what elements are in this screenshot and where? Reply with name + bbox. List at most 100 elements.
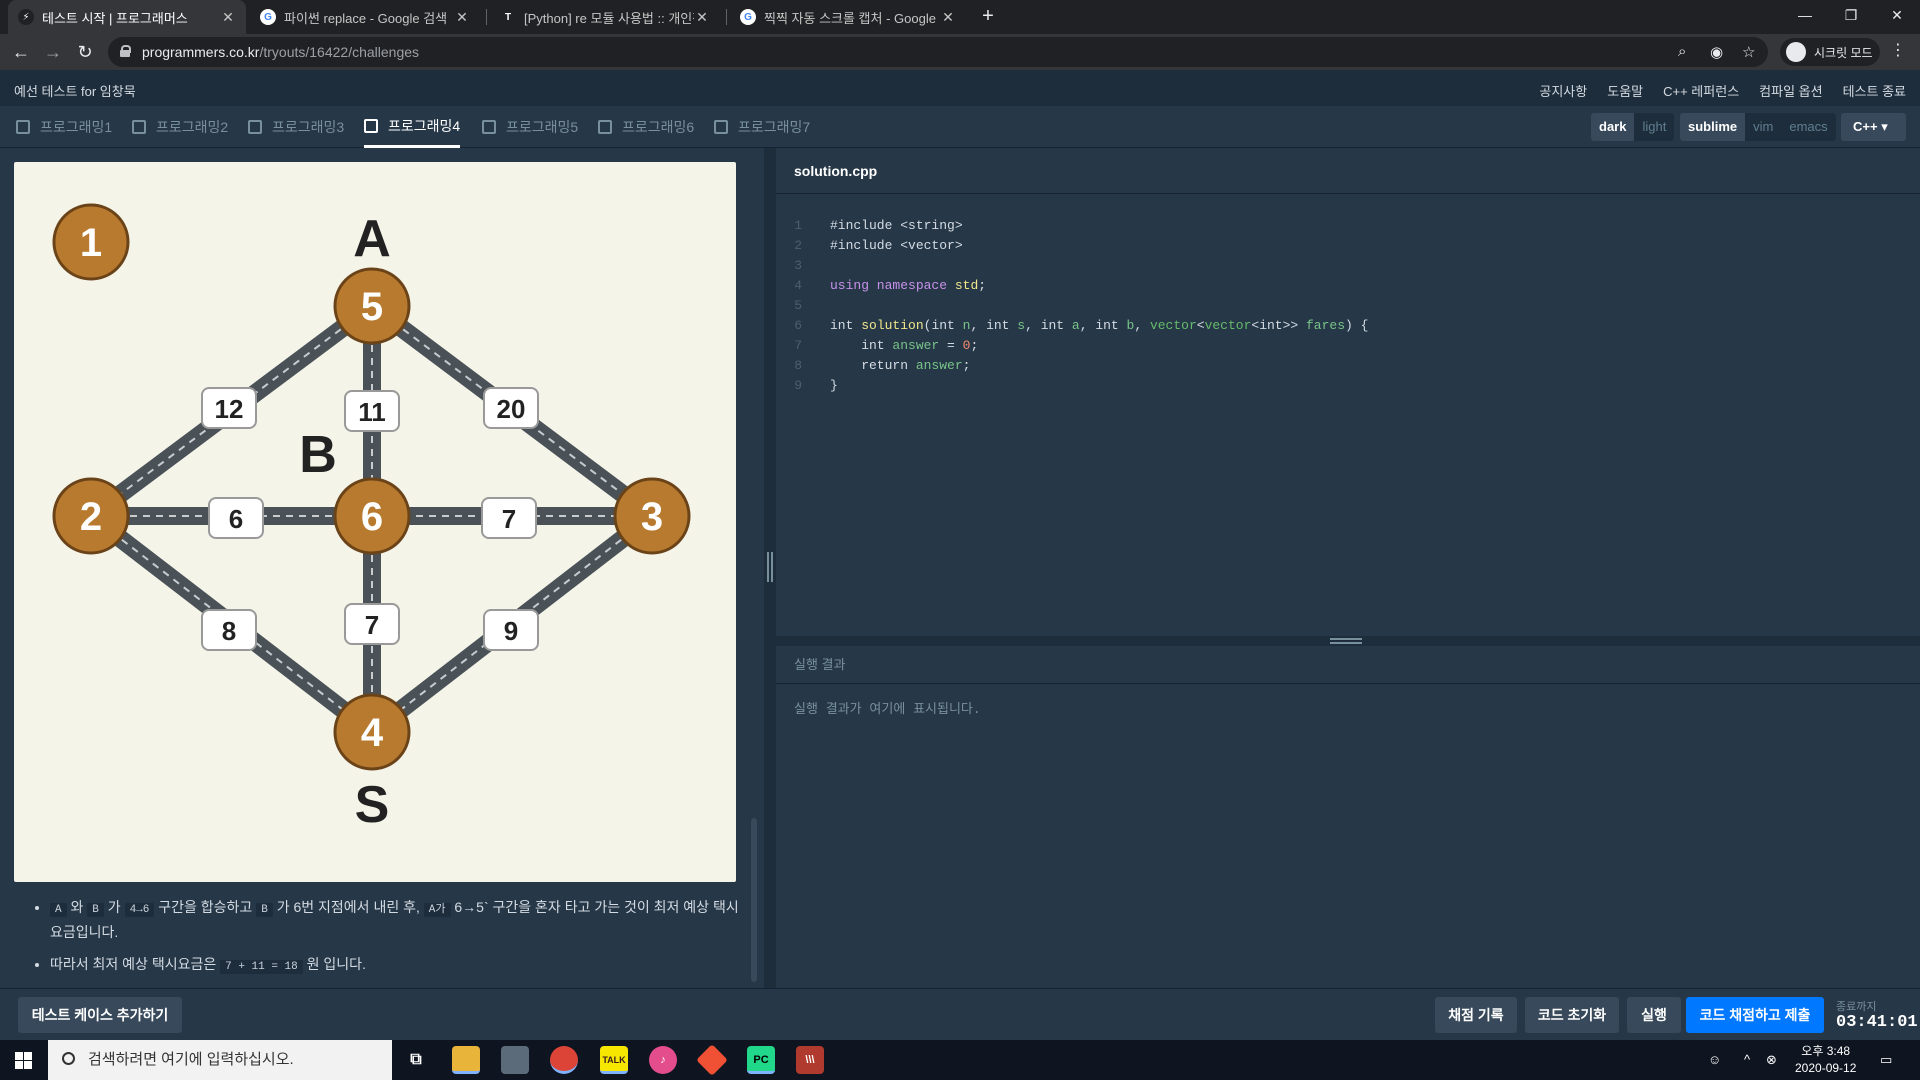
weight-label: 8: [222, 616, 236, 646]
weight-label: 6: [229, 504, 243, 534]
weight-label: 12: [215, 394, 244, 424]
taskbar-search-input[interactable]: 검색하려면 여기에 입력하십시오.: [48, 1040, 392, 1080]
zoom-icon[interactable]: ⌕: [1678, 43, 1686, 60]
line-number: 1: [794, 218, 802, 233]
pycharm-icon[interactable]: PC: [747, 1046, 775, 1074]
tray-overflow-icon[interactable]: ^: [1744, 1052, 1750, 1067]
problem-scrollbar[interactable]: [751, 818, 757, 982]
tab-label: 프로그래밍5: [506, 119, 579, 135]
new-tab-button[interactable]: +: [976, 5, 1000, 29]
help-link[interactable]: 도움말: [1607, 81, 1643, 100]
tab-programming-4[interactable]: 프로그래밍4: [364, 106, 461, 148]
letter-a: A: [353, 210, 391, 268]
tab-programming-5[interactable]: 프로그래밍5: [482, 106, 578, 148]
desc-text: 가: [103, 899, 125, 915]
compile-options-link[interactable]: 컴파일 옵션: [1759, 81, 1822, 100]
network-icon[interactable]: ⊗: [1766, 1052, 1777, 1068]
browser-tab-4[interactable]: G 찍찍 자동 스크롤 캡처 - Google ✕: [730, 0, 966, 34]
drag-handle-icon: [1330, 638, 1362, 644]
code-token: std: [954, 278, 979, 293]
browser-tab-title: 찍찍 자동 스크롤 캡처 - Google: [764, 10, 936, 26]
line-number: 5: [794, 298, 802, 313]
close-tab-icon[interactable]: ✕: [454, 9, 470, 26]
reload-button[interactable]: ↻: [73, 40, 97, 64]
forward-button[interactable]: →: [41, 40, 65, 64]
address-bar[interactable]: programmers.co.kr/tryouts/16422/challeng…: [108, 37, 1768, 67]
letter-b: B: [299, 426, 337, 484]
checkbox-icon: [364, 118, 378, 133]
tracking-protection-icon[interactable]: ◉: [1710, 43, 1723, 61]
browser-tab-strip: ⚡ 테스트 시작 | 프로그래머스 ✕ G 파이썬 replace - Goog…: [0, 0, 1920, 34]
code-token: answer: [892, 338, 940, 353]
theme-light-button[interactable]: light: [1634, 113, 1675, 141]
browser-tab-2[interactable]: G 파이썬 replace - Google 검색 ✕: [250, 0, 480, 34]
file-explorer-icon[interactable]: [452, 1046, 480, 1074]
browser-tab-title: 파이썬 replace - Google 검색: [284, 10, 448, 26]
back-button[interactable]: ←: [9, 40, 33, 64]
browser-tab-3[interactable]: T [Python] re 모듈 사용법 :: 개인적 ✕: [490, 0, 720, 34]
tab-programming-1[interactable]: 프로그래밍1: [16, 106, 112, 148]
node-number: 2: [80, 495, 102, 539]
output-title: 실행 결과: [776, 646, 1920, 684]
end-test-link[interactable]: 테스트 종료: [1843, 81, 1906, 100]
close-window-button[interactable]: ✕: [1874, 0, 1920, 30]
close-tab-icon[interactable]: ✕: [220, 9, 236, 26]
notifications-icon[interactable]: ▭: [1880, 1052, 1892, 1068]
store-icon[interactable]: [501, 1046, 529, 1074]
inline-code: B: [87, 903, 104, 917]
code-text: #include <vector>: [830, 238, 963, 253]
theme-dark-button[interactable]: dark: [1591, 113, 1635, 141]
submit-button[interactable]: 코드 채점하고 제출: [1686, 997, 1824, 1033]
run-button[interactable]: 실행: [1627, 997, 1681, 1033]
music-icon[interactable]: ♪: [649, 1046, 677, 1074]
app-icon[interactable]: \\\: [796, 1046, 824, 1074]
close-tab-icon[interactable]: ✕: [694, 9, 710, 26]
tab-label: 프로그래밍3: [272, 119, 345, 135]
browser-toolbar: ← → ↻ programmers.co.kr/tryouts/16422/ch…: [0, 34, 1920, 70]
code-text: return answer;: [814, 356, 970, 376]
taxi-route-diagram: 12 11 20 6 7 8 7 9 1 5 2 6 3 4 A B S: [14, 162, 736, 882]
chrome-icon[interactable]: [550, 1046, 578, 1074]
code-editor[interactable]: solution.cpp 1 #include <string> 2 #includ…: [776, 148, 1920, 636]
code-text: }: [830, 378, 838, 393]
browser-tab-1[interactable]: ⚡ 테스트 시작 | 프로그래머스 ✕: [8, 0, 246, 34]
code-token: s: [1017, 318, 1026, 333]
tab-programming-7[interactable]: 프로그래밍7: [714, 106, 810, 148]
add-testcase-button[interactable]: 테스트 케이스 추가하기: [18, 997, 182, 1033]
task-view-icon[interactable]: ⧉: [402, 1046, 430, 1074]
keymap-sublime-button[interactable]: sublime: [1680, 113, 1746, 141]
bookmark-star-icon[interactable]: ☆: [1742, 43, 1755, 61]
taskbar-clock[interactable]: 오후 3:48 2020-09-12: [1795, 1043, 1856, 1077]
problem-description: A 와 B 가 4→6 구간을 합승하고 B 가 6번 지점에서 내린 후, A…: [32, 896, 742, 988]
keymap-emacs-button[interactable]: emacs: [1781, 113, 1836, 141]
horizontal-splitter[interactable]: [776, 636, 1920, 646]
line-number: 3: [794, 258, 802, 273]
grading-history-button[interactable]: 채점 기록: [1435, 997, 1517, 1033]
action-footer: 테스트 케이스 추가하기 채점 기록 코드 초기화 실행 코드 채점하고 제출 …: [0, 988, 1920, 1040]
language-select[interactable]: C++ ▾: [1841, 113, 1906, 141]
problem-panel: 12 11 20 6 7 8 7 9 1 5 2 6 3 4 A B S • A…: [0, 148, 764, 988]
notice-link[interactable]: 공지사항: [1539, 81, 1587, 100]
minimize-button[interactable]: —: [1782, 0, 1828, 30]
code-line: 2 #include <vector>: [776, 236, 1368, 256]
cpp-reference-link[interactable]: C++ 레퍼런스: [1663, 81, 1739, 100]
people-icon[interactable]: ☺: [1708, 1052, 1721, 1067]
windows-start-icon[interactable]: [15, 1052, 32, 1069]
tab-label: 프로그래밍7: [738, 119, 811, 135]
incognito-indicator[interactable]: 시크릿 모드: [1780, 38, 1880, 66]
git-icon[interactable]: [696, 1044, 728, 1076]
browser-menu-icon[interactable]: ⋮: [1890, 40, 1906, 60]
restore-button[interactable]: ❐: [1828, 0, 1874, 30]
vertical-splitter[interactable]: [764, 148, 776, 988]
inline-code: A가: [423, 903, 451, 917]
tab-programming-6[interactable]: 프로그래밍6: [598, 106, 694, 148]
tab-programming-2[interactable]: 프로그래밍2: [132, 106, 228, 148]
code-token: a: [1071, 318, 1080, 333]
reset-code-button[interactable]: 코드 초기화: [1525, 997, 1619, 1033]
keymap-vim-button[interactable]: vim: [1745, 113, 1782, 141]
close-tab-icon[interactable]: ✕: [940, 9, 956, 26]
tab-programming-3[interactable]: 프로그래밍3: [248, 106, 344, 148]
kakaotalk-icon[interactable]: TALK: [600, 1046, 628, 1074]
logo-pane: [24, 1052, 32, 1060]
